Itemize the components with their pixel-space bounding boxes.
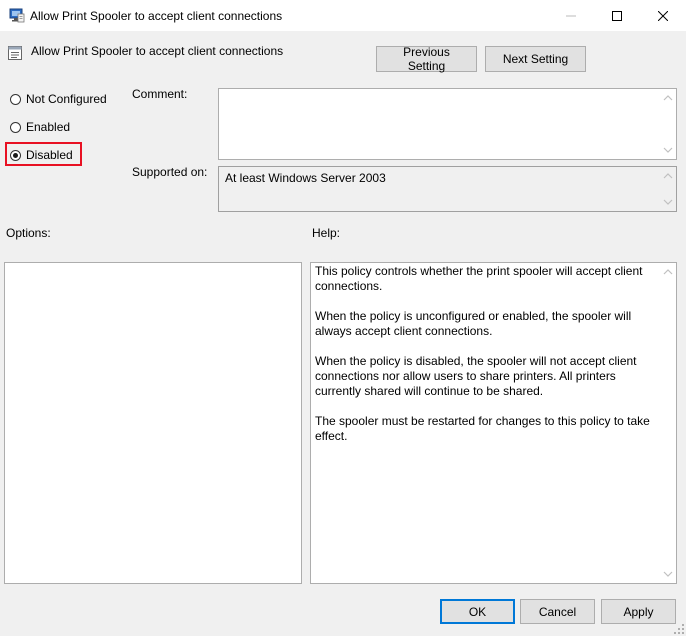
scroll-up-icon [663, 173, 673, 179]
radio-label: Not Configured [26, 92, 107, 106]
minimize-icon [566, 15, 576, 16]
scroll-down-icon [663, 571, 673, 577]
scroll-down-icon [663, 147, 673, 153]
policy-app-icon [9, 7, 25, 23]
close-button[interactable] [640, 0, 686, 31]
supported-scrollbar[interactable] [660, 167, 676, 211]
radio-circle[interactable] [10, 149, 21, 161]
radio-not-configured[interactable]: Not Configured [10, 92, 107, 106]
close-icon [658, 10, 668, 21]
minimize-button[interactable] [548, 0, 594, 31]
radio-disabled[interactable]: Disabled [10, 148, 73, 162]
supported-on-value: At least Windows Server 2003 [225, 171, 386, 185]
policy-title: Allow Print Spooler to accept client con… [31, 44, 284, 58]
scroll-up-icon [663, 95, 673, 101]
options-label: Options: [6, 226, 51, 240]
comment-label: Comment: [132, 87, 188, 101]
help-label: Help: [312, 226, 341, 240]
ok-button[interactable]: OK [440, 599, 515, 624]
radio-label: Disabled [26, 148, 73, 162]
options-panel [4, 262, 302, 584]
comment-field[interactable] [218, 88, 677, 160]
apply-button[interactable]: Apply [601, 599, 676, 624]
cancel-button[interactable]: Cancel [520, 599, 595, 624]
radio-circle[interactable] [10, 121, 21, 133]
policy-setting-icon [7, 45, 23, 61]
radio-circle[interactable] [10, 93, 21, 105]
supported-on-label: Supported on: [132, 165, 208, 179]
maximize-button[interactable] [594, 0, 640, 31]
comment-scrollbar[interactable] [660, 89, 676, 159]
supported-on-field: At least Windows Server 2003 [218, 166, 677, 212]
help-text: This policy controls whether the print s… [315, 264, 650, 443]
window-title: Allow Print Spooler to accept client con… [30, 9, 283, 23]
resize-grip-icon[interactable] [673, 623, 685, 635]
scroll-down-icon [663, 199, 673, 205]
radio-label: Enabled [26, 120, 71, 134]
radio-enabled[interactable]: Enabled [10, 120, 70, 134]
title-bar: Allow Print Spooler to accept client con… [0, 0, 686, 31]
scroll-up-icon [663, 269, 673, 275]
help-scrollbar[interactable] [660, 263, 676, 583]
next-setting-button[interactable]: Next Setting [485, 46, 586, 72]
previous-setting-button[interactable]: Previous Setting [376, 45, 477, 73]
maximize-icon [612, 10, 622, 21]
